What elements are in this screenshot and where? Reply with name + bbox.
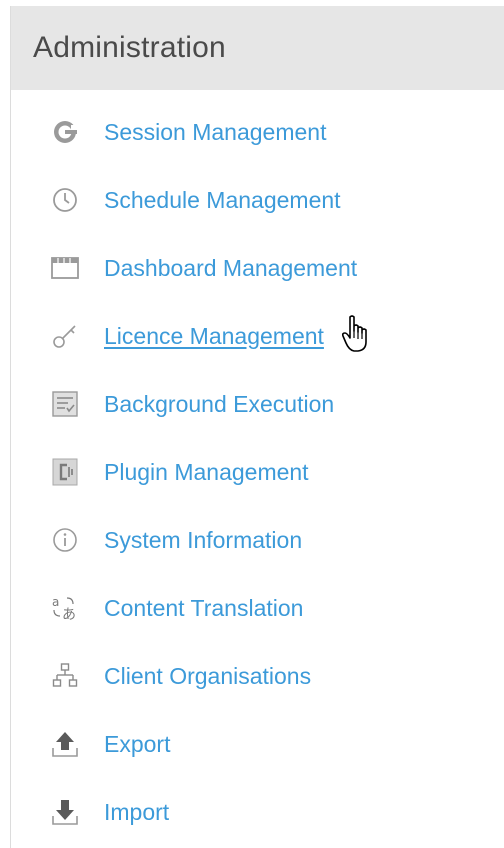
menu-item-dashboard-management[interactable]: Dashboard Management — [11, 234, 504, 302]
dashboard-icon — [51, 254, 79, 282]
menu-item-label[interactable]: Export — [104, 731, 170, 758]
menu-item-session-management[interactable]: Session Management — [11, 98, 504, 166]
menu-item-label[interactable]: Client Organisations — [104, 663, 311, 690]
org-chart-icon — [51, 662, 79, 690]
menu-item-export[interactable]: Export — [11, 710, 504, 778]
menu-item-label[interactable]: Schedule Management — [104, 187, 341, 214]
panel-header: Administration — [11, 6, 504, 90]
menu-item-label[interactable]: System Information — [104, 527, 302, 554]
menu-item-label[interactable]: Background Execution — [104, 391, 334, 418]
menu-item-label[interactable]: Content Translation — [104, 595, 303, 622]
menu-item-plugin-management[interactable]: Plugin Management — [11, 438, 504, 506]
info-icon — [51, 526, 79, 554]
clock-icon — [51, 186, 79, 214]
menu-item-licence-management[interactable]: Licence Management — [11, 302, 504, 370]
admin-menu: Session Management Schedule Management D… — [11, 90, 504, 846]
translation-icon: a あ — [51, 594, 79, 622]
export-icon — [51, 730, 79, 758]
import-icon — [51, 798, 79, 826]
menu-item-import[interactable]: Import — [11, 778, 504, 846]
menu-item-client-organisations[interactable]: Client Organisations — [11, 642, 504, 710]
session-icon — [51, 118, 79, 146]
svg-text:a: a — [52, 595, 59, 609]
menu-item-system-information[interactable]: System Information — [11, 506, 504, 574]
menu-item-label[interactable]: Licence Management — [104, 323, 324, 350]
menu-item-label[interactable]: Session Management — [104, 119, 326, 146]
menu-item-content-translation[interactable]: a あ Content Translation — [11, 574, 504, 642]
menu-item-label[interactable]: Dashboard Management — [104, 255, 357, 282]
panel-title: Administration — [33, 31, 226, 64]
administration-panel: Administration Session Management Schedu… — [10, 6, 504, 848]
hand-cursor-icon — [341, 314, 371, 354]
plugin-icon — [51, 458, 79, 486]
menu-item-schedule-management[interactable]: Schedule Management — [11, 166, 504, 234]
menu-item-label[interactable]: Plugin Management — [104, 459, 309, 486]
menu-item-background-execution[interactable]: Background Execution — [11, 370, 504, 438]
menu-item-label[interactable]: Import — [104, 799, 169, 826]
background-execution-icon — [51, 390, 79, 418]
svg-text:あ: あ — [62, 607, 76, 622]
key-icon — [51, 322, 79, 350]
